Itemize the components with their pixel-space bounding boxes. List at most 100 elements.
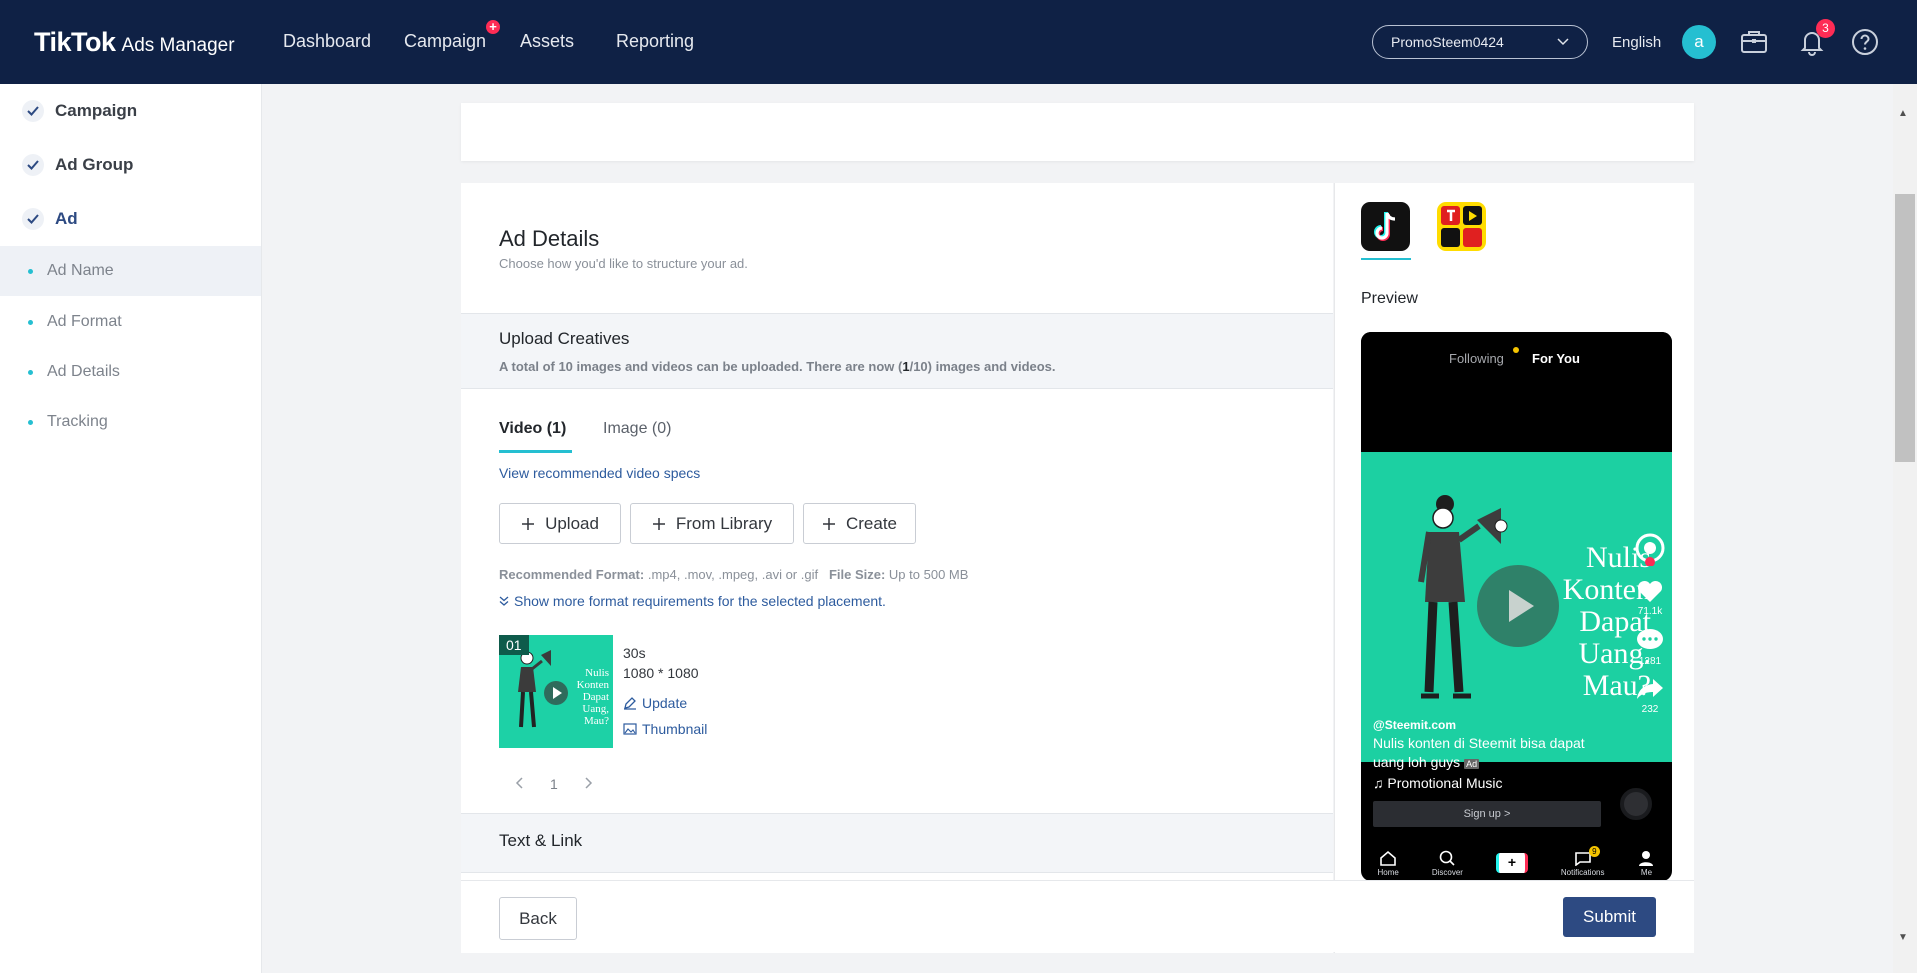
image-icon — [623, 723, 637, 735]
pagination-current-page[interactable]: 1 — [550, 776, 558, 792]
preview-panel: Preview Following For You Nulis Konten D… — [1334, 183, 1694, 953]
pangle-app-icon[interactable] — [1437, 202, 1486, 251]
ad-details-card: Ad Details Choose how you'd like to stru… — [461, 183, 1333, 953]
update-video-link[interactable]: Update — [623, 695, 687, 711]
briefcase-icon[interactable] — [1738, 26, 1770, 58]
phone-nav-me: Me — [1637, 850, 1655, 877]
format-label: Recommended Format: — [499, 567, 645, 582]
from-library-button[interactable]: From Library — [630, 503, 794, 544]
tab-video[interactable]: Video (1) — [499, 420, 566, 438]
live-dot — [1513, 347, 1519, 353]
phone-nav-label: Notifications — [1560, 868, 1605, 877]
bottom-action-bar: Back Submit — [461, 880, 1694, 952]
profile-icon — [1639, 851, 1654, 866]
tab-image[interactable]: Image (0) — [603, 420, 671, 438]
step-ad-group[interactable]: Ad Group — [22, 154, 133, 176]
tiktok-ads-manager-logo[interactable]: TikTok Ads Manager — [34, 27, 235, 58]
ad-details-description: Choose how you'd like to structure your … — [499, 256, 748, 271]
phone-nav-label: Me — [1640, 868, 1653, 877]
step-campaign-label: Campaign — [55, 101, 138, 120]
signup-cta: Sign up > — [1373, 801, 1601, 827]
notification-count-badge: 3 — [1816, 19, 1835, 38]
share-icon — [1637, 679, 1663, 699]
upload-button[interactable]: Upload — [499, 503, 621, 544]
scrollbar-thumb[interactable] — [1895, 194, 1915, 462]
show-more-format-link[interactable]: Show more format requirements for the se… — [499, 593, 886, 609]
video-thumbnail[interactable]: 01 Nulis Konten Dapat Uang, Mau? — [499, 635, 613, 748]
plus-icon — [522, 517, 535, 530]
scroll-up-arrow-icon[interactable]: ▲ — [1898, 108, 1908, 119]
account-selector[interactable]: PromoSteem0424 — [1372, 25, 1588, 59]
logo-subtext: Ads Manager — [121, 35, 235, 56]
create-plus-icon: + — [1495, 853, 1528, 873]
check-icon — [22, 208, 44, 230]
shares-count: 232 — [1641, 704, 1659, 715]
upload-desc-text: A total of 10 images and videos can be u… — [499, 359, 903, 374]
scroll-down-arrow-icon[interactable]: ▼ — [1898, 932, 1908, 943]
tiktok-app-icon[interactable] — [1361, 202, 1410, 251]
phone-bottom-nav: Home Discover + 9 Notifications Me — [1361, 842, 1672, 881]
phone-nav-label: Discover — [1431, 868, 1463, 877]
nav-campaign[interactable]: Campaign + — [404, 20, 500, 52]
bullet-dot — [28, 369, 33, 375]
phone-notification-badge: 9 — [1588, 846, 1600, 857]
back-button[interactable]: Back — [499, 897, 577, 940]
phone-nav-discover: Discover — [1432, 850, 1463, 877]
ad-details-title: Ad Details — [499, 226, 600, 251]
ad-caption: Nulis konten di Steemit bisa dapat uang … — [1373, 734, 1603, 774]
subitem-label: Ad Format — [47, 313, 122, 330]
selected-app-indicator — [1361, 258, 1411, 260]
music-title: Promotional Music — [1387, 775, 1503, 791]
upload-creatives-title: Upload Creatives — [499, 329, 630, 348]
phone-nav-create: + — [1495, 853, 1528, 873]
ad-tag: Ad — [1464, 759, 1480, 769]
size-label: File Size: — [828, 567, 886, 582]
account-name: PromoSteem0424 — [1391, 34, 1504, 50]
bullet-dot — [28, 419, 33, 425]
update-label: Update — [642, 695, 688, 711]
text-link-title: Text & Link — [499, 831, 583, 850]
step-campaign[interactable]: Campaign — [22, 100, 137, 122]
format-value: .mp4, .mov, .mpeg, .avi or .gif — [647, 567, 819, 582]
ad-username: @Steemit.com — [1373, 718, 1457, 732]
upload-creatives-header: Upload Creatives A total of 10 images an… — [461, 313, 1333, 389]
upload-creatives-description: A total of 10 images and videos can be u… — [499, 359, 1056, 374]
previous-section-card — [461, 103, 1694, 161]
step-ad-group-label: Ad Group — [55, 155, 134, 174]
subitem-ad-details[interactable]: Ad Details — [28, 363, 120, 381]
subitem-tracking[interactable]: Tracking — [28, 413, 108, 431]
submit-button[interactable]: Submit — [1563, 897, 1656, 937]
double-chevron-down-icon — [499, 596, 509, 606]
language-switcher[interactable]: English — [1612, 34, 1661, 51]
text-link-header: Text & Link — [461, 813, 1333, 873]
subitem-ad-format[interactable]: Ad Format — [28, 313, 122, 331]
format-requirements: Recommended Format: .mp4, .mov, .mpeg, .… — [499, 567, 968, 582]
top-navigation-bar: TikTok Ads Manager Dashboard Campaign + … — [0, 0, 1917, 84]
upload-desc-text: /10) images and videos. — [909, 359, 1056, 374]
nav-reporting[interactable]: Reporting — [616, 31, 694, 52]
music-label: ♫ Promotional Music — [1373, 775, 1503, 791]
ad-video-frame: Nulis Konten Dapat Uang. Mau? — [1361, 452, 1672, 762]
view-video-specs-link[interactable]: View recommended video specs — [499, 465, 700, 481]
comments-count: 1281 — [1638, 656, 1662, 667]
logo-text: TikTok — [34, 27, 116, 57]
tiktok-note-icon — [1374, 212, 1396, 241]
bullet-dot — [28, 319, 33, 325]
chevron-down-icon — [1557, 38, 1569, 46]
phone-nav-notifications: 9 Notifications — [1560, 846, 1605, 877]
nav-assets[interactable]: Assets — [520, 31, 574, 52]
help-icon[interactable] — [1849, 26, 1881, 58]
heart-icon — [1637, 580, 1663, 602]
step-ad[interactable]: Ad — [22, 208, 78, 230]
user-avatar[interactable]: a — [1682, 25, 1716, 59]
phone-nav-label: Home — [1377, 868, 1399, 877]
show-more-label: Show more format requirements for the se… — [514, 593, 886, 609]
thumbnail-link[interactable]: Thumbnail — [623, 721, 707, 737]
create-button[interactable]: Create — [803, 503, 916, 544]
plus-icon — [652, 517, 665, 530]
nav-dashboard[interactable]: Dashboard — [283, 31, 371, 52]
chevron-left-icon[interactable] — [515, 776, 525, 790]
feed-header: Following For You — [1361, 332, 1672, 452]
subitem-ad-name[interactable]: Ad Name — [28, 262, 114, 280]
chevron-right-icon[interactable] — [583, 776, 593, 790]
